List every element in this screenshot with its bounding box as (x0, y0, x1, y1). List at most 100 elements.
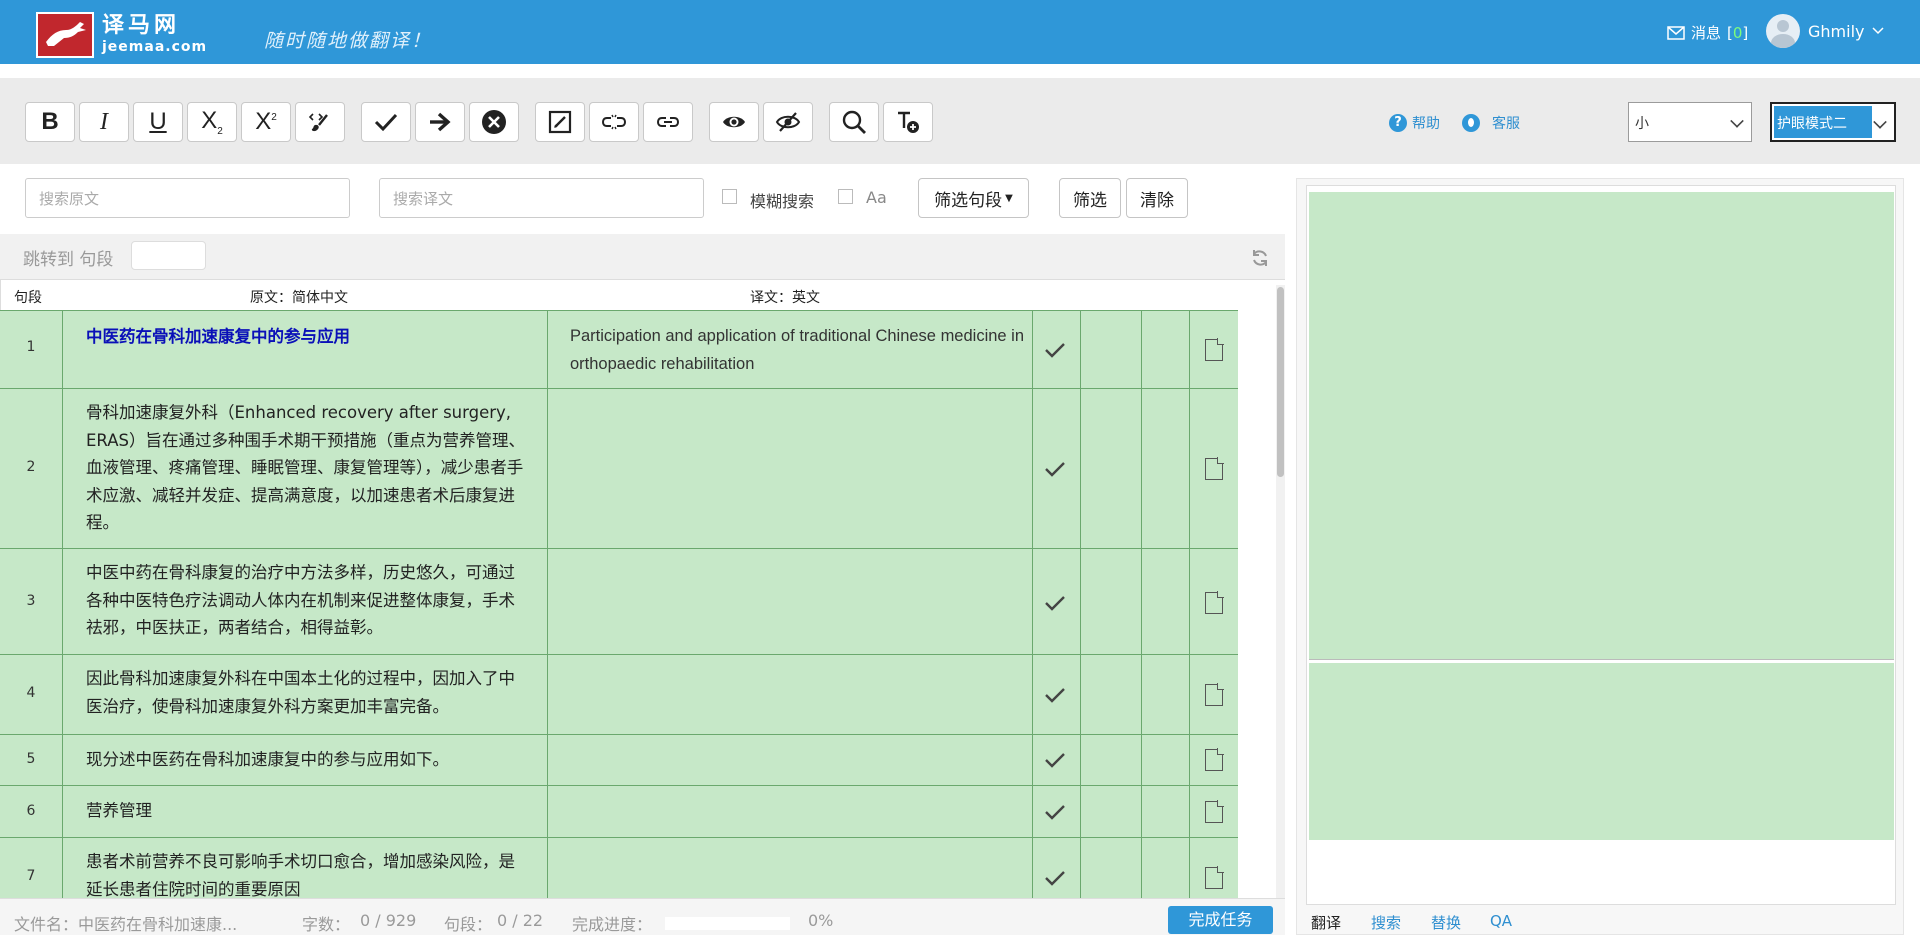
finish-task-button[interactable]: 完成任务 (1168, 906, 1273, 934)
superscript-button[interactable]: X2 (241, 102, 291, 142)
fuzzy-search-label: 模糊搜索 (750, 192, 815, 211)
jump-label: 跳转到 句段 (23, 250, 114, 270)
document-icon[interactable] (1205, 457, 1224, 480)
help-link[interactable]: 帮助 (1389, 113, 1440, 133)
chevron-down-icon (1730, 114, 1744, 128)
tab-qa[interactable]: QA (1490, 912, 1512, 930)
confirmed-check-icon (1045, 343, 1065, 358)
segment-source: 患者术前营养不良可影响手术切口愈合，增加感染风险，是延长患者住院时间的重要原因 (86, 852, 515, 898)
segment-source: 中医药在骨科加速康复中的参与应用 (86, 327, 350, 346)
edit-box-icon (548, 110, 572, 134)
match-case-checkbox[interactable] (838, 189, 853, 204)
unlink-button[interactable] (589, 102, 639, 142)
username: Ghmily (1808, 21, 1865, 41)
confirmed-check-icon (1045, 688, 1065, 703)
font-size-select[interactable]: 小 (1628, 102, 1752, 142)
document-icon[interactable] (1205, 800, 1224, 823)
font-size-value: 小 (1635, 116, 1649, 132)
avatar (1766, 14, 1800, 48)
segment-number: 7 (26, 868, 36, 884)
table-row[interactable]: 2 骨科加速康复外科（Enhanced recovery after surge… (0, 388, 1238, 548)
text-add-icon (898, 111, 919, 133)
italic-button[interactable]: I (79, 102, 129, 142)
source-column-header: 原文：简体中文 (250, 290, 348, 306)
logo[interactable]: 译马网 jeemaa.com (36, 12, 207, 58)
document-icon[interactable] (1205, 748, 1224, 771)
progress-value: 0% (808, 911, 834, 930)
document-icon[interactable] (1205, 591, 1224, 614)
source-search-input[interactable]: 搜索原文 (25, 178, 350, 218)
mail-icon (1667, 25, 1685, 40)
confirmed-check-icon (1045, 871, 1065, 886)
jump-segment-input[interactable] (131, 241, 206, 270)
tab-translate[interactable]: 翻译 (1311, 912, 1341, 933)
subscript-button[interactable]: X2 (187, 102, 237, 142)
editor-toolbar: B I U X2 X2 帮助 客服 小 (0, 78, 1920, 164)
logo-cn-text: 译马网 (102, 13, 181, 38)
arrow-right-icon (430, 112, 451, 132)
search-button[interactable] (829, 102, 879, 142)
target-column-header: 译文：英文 (750, 290, 820, 306)
segment-table: 1 中医药在骨科加速康复中的参与应用 Participation and app… (0, 310, 1238, 898)
bold-icon: B (41, 108, 59, 135)
filter-segments-dropdown[interactable]: 筛选句段 ▼ (918, 178, 1029, 218)
segment-number: 4 (26, 685, 36, 701)
word-count-value: 0 / 929 (360, 911, 417, 930)
show-button[interactable] (709, 102, 759, 142)
link-button[interactable] (643, 102, 693, 142)
next-button[interactable] (415, 102, 465, 142)
segment-target[interactable]: Participation and application of traditi… (570, 323, 1030, 378)
caret-down-icon: ▼ (1005, 192, 1013, 204)
service-link[interactable]: 客服 (1462, 113, 1520, 133)
table-row[interactable]: 6 营养管理 (0, 785, 1238, 837)
user-menu[interactable]: Ghmily (1766, 14, 1885, 48)
term-area (1309, 663, 1894, 840)
hide-button[interactable] (763, 102, 813, 142)
segment-source: 营养管理 (86, 801, 152, 820)
add-term-button[interactable] (883, 102, 933, 142)
table-row[interactable]: 4 因此骨科加速康复外科在中国本土化的过程中，因加入了中医治疗，使骨科加速康复外… (0, 654, 1238, 734)
table-row[interactable]: 7 患者术前营养不良可影响手术切口愈合，增加感染风险，是延长患者住院时间的重要原… (0, 837, 1238, 898)
word-count-label: 字数： (302, 915, 351, 934)
chevron-down-icon (1872, 27, 1885, 35)
document-icon[interactable] (1205, 338, 1224, 361)
confirmed-check-icon (1045, 596, 1065, 611)
eye-icon (723, 116, 745, 128)
table-row[interactable]: 1 中医药在骨科加速康复中的参与应用 Participation and app… (0, 310, 1238, 388)
table-row[interactable]: 3 中医中药在骨科康复的治疗中方法多样，历史悠久，可通过各种中医特色疗法调动人体… (0, 548, 1238, 654)
filter-dropdown-label: 筛选句段 (934, 190, 1003, 211)
status-bar: 文件名：中医药在骨科加速康... 字数： 0 / 929 句段： 0 / 22 … (0, 898, 1285, 935)
messages-link[interactable]: 消息 [0] (1667, 22, 1748, 43)
confirm-button[interactable] (361, 102, 411, 142)
bold-button[interactable]: B (25, 102, 75, 142)
eye-care-mode-select[interactable]: 护眼模式二 (1770, 102, 1896, 142)
slogan: 随时随地做翻译！ (264, 30, 433, 52)
superscript-icon: X2 (255, 108, 277, 135)
clear-format-button[interactable] (295, 102, 345, 142)
tab-replace[interactable]: 替换 (1431, 912, 1461, 933)
chevron-down-icon (1873, 115, 1887, 129)
unlink-icon (601, 114, 627, 130)
cancel-button[interactable] (469, 102, 519, 142)
edit-button[interactable] (535, 102, 585, 142)
link-icon (656, 117, 680, 127)
clear-button[interactable]: 清除 (1126, 178, 1188, 218)
fuzzy-search-checkbox[interactable] (722, 189, 737, 204)
target-search-input[interactable]: 搜索译文 (379, 178, 704, 218)
segment-count-value: 0 / 22 (497, 911, 544, 930)
eye-slash-icon (775, 112, 801, 132)
scrollbar-thumb[interactable] (1277, 287, 1284, 477)
document-icon[interactable] (1205, 866, 1224, 889)
side-panel-tabs: 翻译 搜索 替换 QA (1306, 905, 1896, 935)
refresh-icon[interactable] (1250, 248, 1270, 268)
table-row[interactable]: 5 现分述中医药在骨科加速康复中的参与应用如下。 (0, 734, 1238, 785)
document-icon[interactable] (1205, 683, 1224, 706)
confirmed-check-icon (1045, 753, 1065, 768)
messages-count: 0 (1732, 23, 1743, 42)
filter-button[interactable]: 筛选 (1059, 178, 1121, 218)
segment-number: 3 (26, 593, 36, 609)
tab-search[interactable]: 搜索 (1371, 912, 1401, 933)
underline-button[interactable]: U (133, 102, 183, 142)
help-label: 帮助 (1412, 116, 1440, 132)
messages-label: 消息 (1691, 24, 1722, 42)
